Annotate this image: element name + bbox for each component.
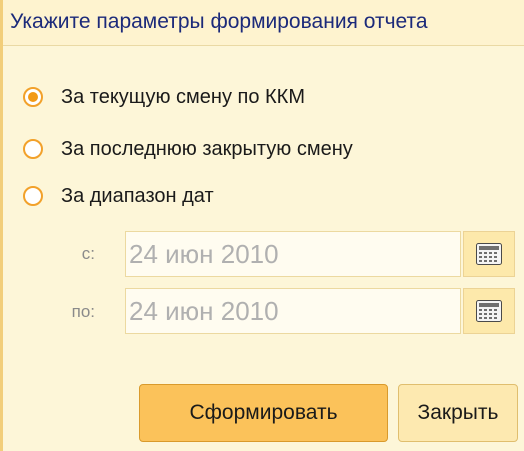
radio-last-closed-shift[interactable] [23,139,43,159]
radio-current-shift[interactable] [23,87,43,107]
calendar-icon [476,300,502,322]
calendar-icon [476,243,502,265]
option-date-range-label: За диапазон дат [61,184,214,207]
date-to-label: по: [71,302,95,321]
option-date-range[interactable]: За диапазон дат [23,182,214,210]
close-button[interactable]: Закрыть [398,384,518,442]
date-to-input[interactable] [125,288,461,334]
date-to-calendar-button[interactable] [463,288,515,334]
date-from-calendar-button[interactable] [463,231,515,277]
generate-report-button[interactable]: Сформировать [139,384,388,442]
generate-report-button-label: Сформировать [189,401,338,424]
dialog-header: Укажите параметры формирования отчета [3,0,524,46]
option-current-shift[interactable]: За текущую смену по ККМ [23,83,305,111]
report-parameters-dialog: Укажите параметры формирования отчета За… [0,0,524,451]
radio-date-range[interactable] [23,186,43,206]
dialog-title: Укажите параметры формирования отчета [10,10,428,33]
option-last-closed-shift[interactable]: За последнюю закрытую смену [23,135,353,163]
date-from-input[interactable] [125,231,461,277]
close-button-label: Закрыть [417,401,499,424]
option-last-closed-shift-label: За последнюю закрытую смену [61,137,353,160]
date-from-label: с: [81,244,95,263]
option-current-shift-label: За текущую смену по ККМ [61,85,305,108]
